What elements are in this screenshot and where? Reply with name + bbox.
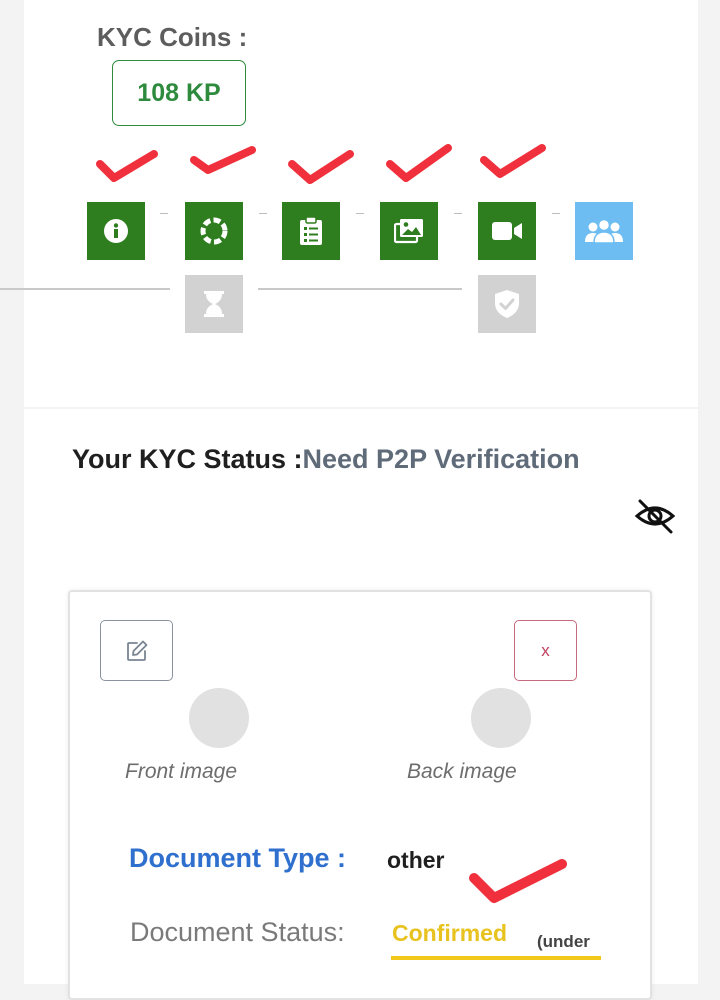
back-image-thumbnail[interactable] [471, 688, 531, 748]
annotation-check-icon [386, 144, 452, 182]
kyc-coins-title: KYC Coins : [97, 22, 248, 52]
kyc-status-value: Need P2P Verification [302, 444, 580, 474]
annotation-check-icon [469, 859, 567, 903]
lifebuoy-icon [200, 217, 228, 245]
step-connector [259, 213, 267, 214]
front-image-thumbnail[interactable] [189, 688, 249, 748]
hourglass-icon [204, 291, 224, 317]
remove-document-button[interactable]: x [514, 620, 577, 681]
connector-line [0, 288, 170, 290]
video-camera-icon [492, 222, 522, 240]
annotation-check-icon [190, 146, 256, 174]
back-image-label: Back image [407, 760, 517, 783]
front-image-label: Front image [125, 760, 238, 783]
step-connector [160, 213, 168, 214]
kyc-status-line: Your KYC Status :Need P2P Verification [72, 444, 580, 475]
step-pending [185, 275, 243, 333]
images-icon [394, 219, 423, 244]
edit-document-button[interactable] [100, 620, 173, 681]
status-underline [391, 956, 601, 960]
connector-line [258, 288, 462, 290]
annotation-check-icon [288, 150, 354, 184]
step-images[interactable] [380, 202, 438, 260]
document-status-label: Document Status: [130, 917, 345, 947]
kyc-status-label: Your KYC Status : [72, 444, 303, 474]
eye-slash-icon[interactable] [634, 497, 676, 535]
step-users[interactable] [575, 202, 633, 260]
kyc-coins-value: 108 KP [112, 60, 246, 126]
document-type-label: Document Type : [129, 843, 347, 873]
step-connector [454, 213, 462, 214]
step-lifebuoy[interactable] [185, 202, 243, 260]
clipboard-list-icon [300, 216, 322, 245]
info-icon [104, 219, 128, 243]
document-status-value: Confirmed [392, 920, 507, 946]
step-verified [478, 275, 536, 333]
edit-icon [126, 640, 147, 661]
step-clipboard[interactable] [282, 202, 340, 260]
annotation-check-icon [480, 144, 546, 178]
document-status-note: (under [537, 932, 590, 951]
document-type-value: other [387, 847, 445, 873]
step-video[interactable] [478, 202, 536, 260]
annotation-check-icon [96, 150, 158, 182]
shield-check-icon [495, 290, 519, 318]
step-connector [552, 213, 560, 214]
users-icon [585, 218, 623, 244]
step-connector [356, 213, 364, 214]
step-info[interactable] [87, 202, 145, 260]
